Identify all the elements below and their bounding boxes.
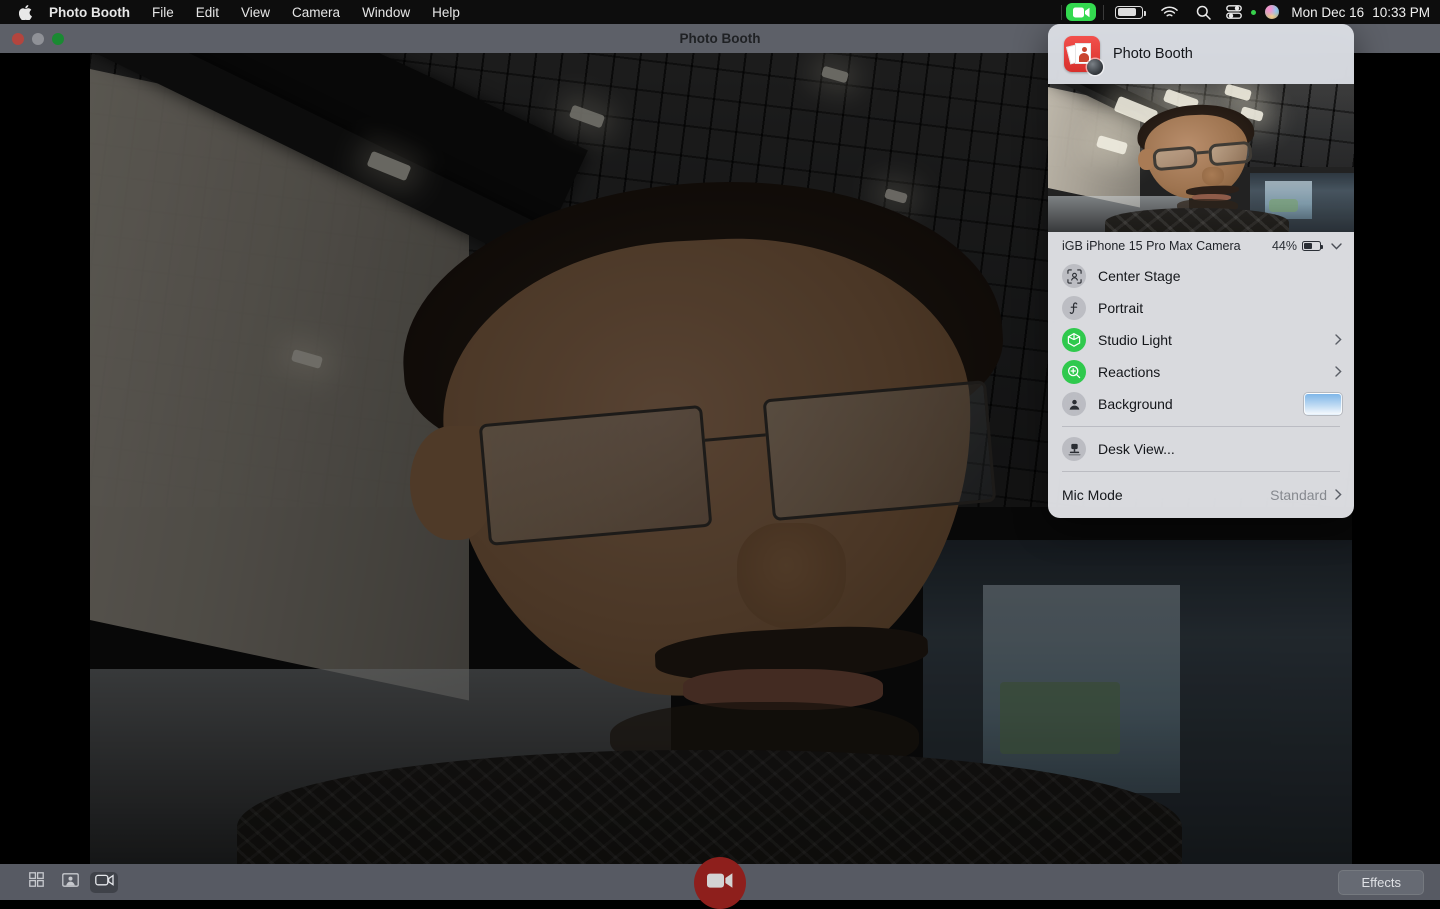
control-center-icon[interactable] bbox=[1226, 0, 1242, 24]
menu-file[interactable]: File bbox=[141, 0, 185, 24]
mic-mode-value: Standard bbox=[1270, 487, 1327, 503]
record-button[interactable] bbox=[694, 857, 746, 909]
menu-item-portrait[interactable]: Portrait bbox=[1048, 292, 1354, 324]
menu-item-label: Portrait bbox=[1098, 300, 1342, 316]
chevron-right-icon[interactable] bbox=[1335, 365, 1342, 380]
mic-mode-label: Mic Mode bbox=[1062, 487, 1123, 503]
menu-bar-left: Photo Booth File Edit View Camera Window… bbox=[0, 0, 471, 24]
chevron-right-icon[interactable] bbox=[1335, 333, 1342, 348]
apple-logo-icon[interactable] bbox=[12, 0, 38, 24]
preview-subject-person bbox=[1115, 105, 1292, 232]
menu-view[interactable]: View bbox=[230, 0, 281, 24]
studio-light-icon bbox=[1062, 328, 1086, 352]
menu-item-reactions[interactable]: Reactions bbox=[1048, 356, 1354, 388]
bottom-toolbar: Effects bbox=[0, 864, 1440, 900]
camera-in-use-indicator[interactable] bbox=[1064, 0, 1101, 24]
menu-item-desk-view[interactable]: Desk View... bbox=[1048, 433, 1354, 465]
menu-item-background[interactable]: Background bbox=[1048, 388, 1354, 420]
clock-time: 10:33 PM bbox=[1372, 5, 1430, 20]
panel-divider bbox=[1062, 426, 1340, 427]
menu-item-studio-light[interactable]: Studio Light bbox=[1048, 324, 1354, 356]
chevron-right-icon[interactable] bbox=[1335, 488, 1342, 503]
single-photo-mode-button[interactable] bbox=[56, 872, 84, 893]
status-divider-2 bbox=[1103, 5, 1104, 20]
single-photo-icon bbox=[62, 873, 79, 892]
desk-view-icon bbox=[1062, 437, 1086, 461]
menu-help[interactable]: Help bbox=[421, 0, 471, 24]
grid-four-icon bbox=[29, 872, 44, 892]
panel-divider-2 bbox=[1062, 471, 1340, 472]
menu-bar-clock[interactable]: Mon Dec 16 10:33 PM bbox=[1287, 5, 1430, 20]
menu-item-label: Center Stage bbox=[1098, 268, 1342, 284]
clock-date: Mon Dec 16 bbox=[1291, 5, 1364, 20]
camera-device-name: iGB iPhone 15 Pro Max Camera bbox=[1062, 239, 1241, 253]
camera-control-center-panel: Photo Booth iGB iPhon bbox=[1048, 24, 1354, 518]
background-color-swatch[interactable] bbox=[1304, 393, 1342, 415]
battery-icon[interactable] bbox=[1106, 0, 1152, 24]
menu-edit[interactable]: Edit bbox=[185, 0, 230, 24]
mode-switcher bbox=[0, 872, 118, 893]
menu-camera[interactable]: Camera bbox=[281, 0, 351, 24]
menu-app-name[interactable]: Photo Booth bbox=[38, 0, 141, 24]
wifi-icon[interactable] bbox=[1161, 0, 1178, 24]
center-stage-icon bbox=[1062, 264, 1086, 288]
search-icon[interactable] bbox=[1196, 0, 1211, 24]
status-divider bbox=[1061, 5, 1062, 20]
menu-bar-status-items: Mon Dec 16 10:33 PM bbox=[1059, 0, 1440, 24]
photo-booth-app-icon bbox=[1064, 36, 1100, 72]
background-person-icon bbox=[1062, 392, 1086, 416]
menu-item-mic-mode[interactable]: Mic Mode Standard bbox=[1048, 478, 1354, 512]
chevron-down-icon[interactable] bbox=[1331, 239, 1342, 253]
battery-icon bbox=[1302, 241, 1321, 251]
menu-item-center-stage[interactable]: Center Stage bbox=[1048, 260, 1354, 292]
menu-item-label: Reactions bbox=[1098, 364, 1323, 380]
siri-icon[interactable] bbox=[1265, 5, 1279, 19]
menu-window[interactable]: Window bbox=[351, 0, 421, 24]
video-camera-icon bbox=[707, 872, 733, 894]
camera-battery-percent: 44% bbox=[1272, 239, 1297, 253]
effects-button[interactable]: Effects bbox=[1338, 870, 1424, 895]
camera-device-row[interactable]: iGB iPhone 15 Pro Max Camera 44% bbox=[1048, 232, 1354, 260]
menu-item-label: Background bbox=[1098, 396, 1292, 412]
reactions-icon bbox=[1062, 360, 1086, 384]
four-up-mode-button[interactable] bbox=[22, 872, 50, 893]
camera-preview[interactable] bbox=[1048, 84, 1354, 232]
video-camera-icon bbox=[1066, 3, 1096, 21]
portrait-f-icon bbox=[1062, 296, 1086, 320]
recording-dot-icon bbox=[1251, 10, 1256, 15]
panel-bottom-padding bbox=[1048, 512, 1354, 518]
movie-mode-button[interactable] bbox=[90, 872, 118, 893]
video-camera-icon bbox=[95, 873, 114, 891]
panel-app-name: Photo Booth bbox=[1113, 46, 1193, 62]
panel-header: Photo Booth bbox=[1048, 24, 1354, 84]
menu-item-label: Studio Light bbox=[1098, 332, 1323, 348]
menu-bar: Photo Booth File Edit View Camera Window… bbox=[0, 0, 1440, 24]
menu-item-label: Desk View... bbox=[1098, 441, 1342, 457]
